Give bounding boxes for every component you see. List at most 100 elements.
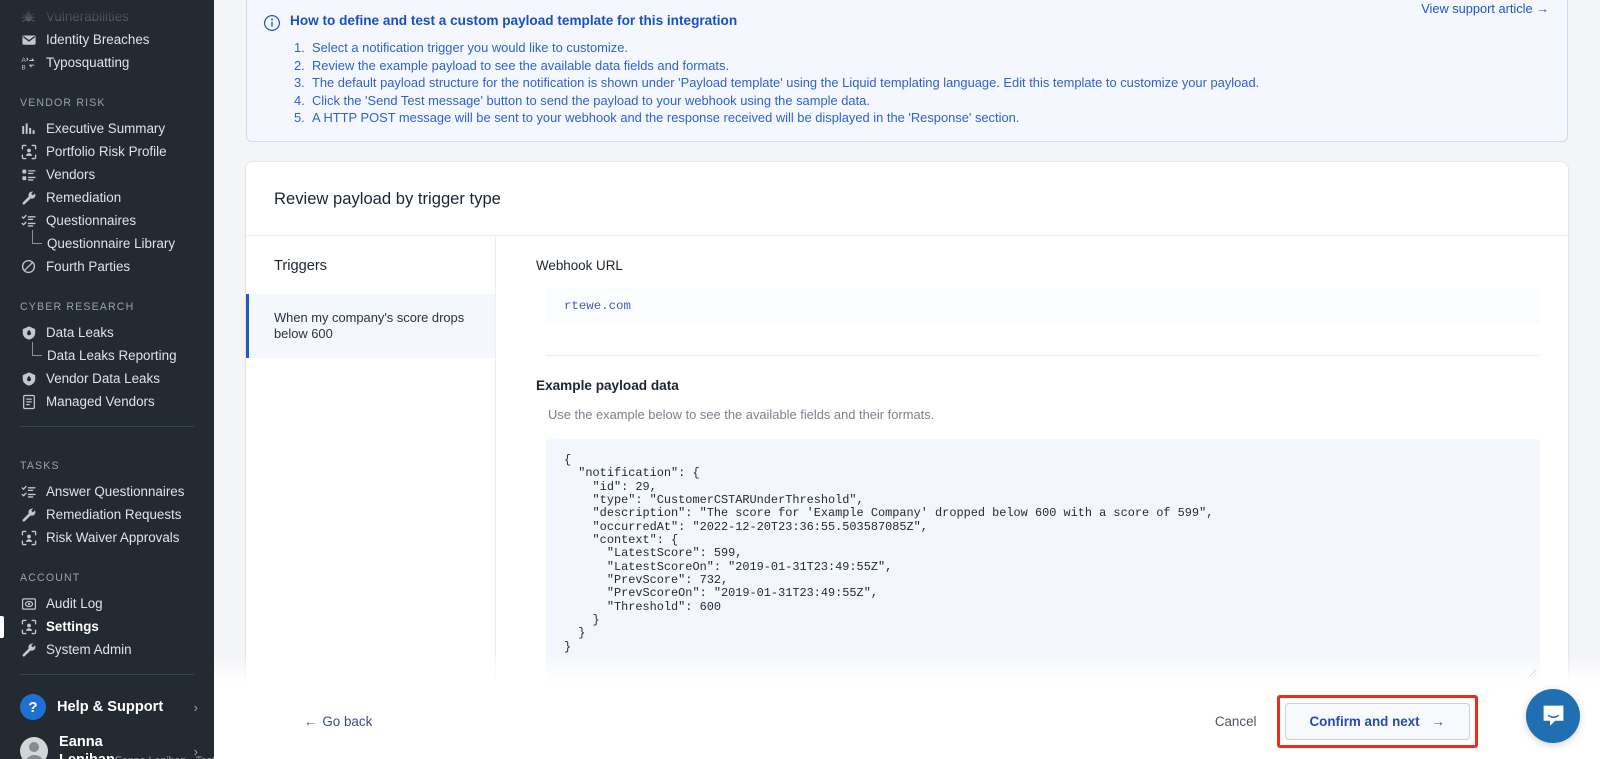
example-payload-help: Use the example below to see the availab… [548,406,935,422]
sidebar-item-label: Managed Vendors [46,394,155,409]
detail-divider [546,354,1540,356]
review-payload-card: Review payload by trigger type Triggers … [246,161,1568,755]
trigger-list: When my company's score drops below 600 [246,293,495,358]
sidebar-item-answer-questionnaires[interactable]: Answer Questionnaires [0,480,214,503]
app-root: IP Addresses Vulnerabilities Identity Brea… [0,0,1600,759]
webhook-url-label: Webhook URL [536,257,623,273]
user-text-wrap: Eanna LenihanEanna Lenihan - Test... [59,733,214,759]
wrench-icon [20,506,37,523]
person-scan-icon [20,618,37,635]
bar-chart-icon [20,120,37,137]
chevron-right-icon: › [193,699,198,715]
arrow-right-icon: → [1431,713,1445,729]
ab-swap-icon: AB [20,54,37,71]
sidebar-item-label: Settings [46,619,99,634]
sidebar-item-risk-waiver-approvals[interactable]: Risk Waiver Approvals [0,526,214,549]
user-name: Eanna Lenihan [59,734,115,759]
go-back-label: Go back [322,713,373,729]
triggers-heading: Triggers [274,257,327,274]
example-payload-code-box[interactable]: { "notification": { "id": 29, "type": "C… [546,438,1540,683]
view-support-article-link[interactable]: View support article → [1421,1,1549,16]
example-payload-title: Example payload data [536,377,679,393]
person-scan-icon [20,529,37,546]
page-title: Review payload by trigger type [274,188,501,208]
sidebar-item-remediation-requests[interactable]: Remediation Requests [0,503,214,526]
resize-handle-icon[interactable] [1526,669,1537,680]
sidebar-item-label: Risk Waiver Approvals [46,530,180,545]
sidebar-item-fourth-parties[interactable]: Fourth Parties [0,255,214,278]
wrench-icon [20,641,37,658]
sidebar-item-system-admin[interactable]: System Admin [0,638,214,661]
intercom-launcher-button[interactable] [1526,689,1580,743]
sidebar: IP Addresses Vulnerabilities Identity Brea… [0,0,214,759]
sidebar-item-label: Remediation Requests [46,507,182,522]
sidebar-subitem-questionnaire-library[interactable]: Questionnaire Library [0,229,214,255]
sidebar-item-identity-breaches[interactable]: Identity Breaches [0,28,214,51]
help-and-support-button[interactable]: ? Help & Support › [0,685,214,729]
user-account-button[interactable]: Eanna LenihanEanna Lenihan - Test...› [0,729,214,759]
circle-slash-icon [20,258,37,275]
confirm-button-highlight: Confirm and next → [1276,694,1478,748]
info-banner-step: Select a notification trigger you would … [294,39,628,56]
info-banner-body: How to define and test a custom payload … [290,0,1549,127]
envelope-icon [20,31,37,48]
triggers-panel: Triggers When my company's score drops b… [246,235,496,755]
arrow-right-icon: → [1536,1,1549,16]
avatar [20,737,48,759]
sidebar-section-heading: ACCOUNT [20,572,81,584]
sidebar-item-label: Typosquatting [46,55,130,70]
sidebar-item-label: Data Leaks [46,325,114,340]
sidebar-item-label: IP Addresses [46,0,125,1]
sidebar-scroll[interactable]: IP Addresses Vulnerabilities Identity Brea… [0,0,214,759]
info-banner-step: A HTTP POST message will be sent to your… [294,109,1020,126]
shield-drop-icon [20,324,37,341]
go-back-link[interactable]: ← Go back [304,714,372,729]
checklist-icon [20,212,37,229]
sidebar-item-label: Audit Log [46,596,103,611]
sidebar-item-executive-summary[interactable]: Executive Summary [0,117,214,140]
sidebar-item-label: Vendors [46,167,96,182]
arrow-left-icon: ← [304,713,318,729]
cancel-button[interactable]: Cancel [1209,706,1263,737]
sidebar-item-label: Fourth Parties [46,259,131,274]
sidebar-section-heading: TASKS [20,460,60,472]
user-subtitle: Eanna Lenihan - Test... [115,755,214,759]
eye-box-icon [20,595,37,612]
info-banner-step: Review the example payload to see the av… [294,57,730,74]
main-scroll-area[interactable]: How to define and test a custom payload … [214,0,1600,759]
sidebar-item-remediation[interactable]: Remediation [0,186,214,209]
info-banner-steps: Select a notification trigger you would … [290,39,1549,127]
sidebar-item-typosquatting[interactable]: A B Typosquatting [0,51,214,74]
chat-bubble-icon [1543,705,1563,726]
sidebar-item-vendors[interactable]: Vendors [0,163,214,186]
tree-elbow-icon [28,341,43,364]
sidebar-item-vulnerabilities[interactable]: Vulnerabilities [0,5,214,28]
help-and-support-label: Help & Support [57,699,164,715]
sidebar-item-label: Identity Breaches [46,32,150,47]
sidebar-item-label: Executive Summary [46,121,166,136]
globe-icon [20,0,37,2]
sidebar-item-vendor-data-leaks[interactable]: Vendor Data Leaks [0,367,214,390]
webhook-url-value[interactable]: rtewe.com [546,287,1540,324]
sidebar-subitem-data-leaks-reporting[interactable]: Data Leaks Reporting [0,341,214,367]
svg-text:B: B [21,64,25,70]
sidebar-item-audit-log[interactable]: Audit Log [0,592,214,615]
sidebar-item-label: Remediation [46,190,122,205]
sidebar-section-heading: VENDOR RISK [20,97,106,109]
sidebar-item-settings[interactable]: Settings [0,615,214,638]
card-header: Review payload by trigger type [246,162,1568,236]
sidebar-section-heading: CYBER RESEARCH [20,301,135,313]
confirm-and-next-button[interactable]: Confirm and next → [1284,702,1470,740]
sidebar-item-managed-vendors[interactable]: Managed Vendors [0,390,214,413]
trigger-list-item[interactable]: When my company's score drops below 600 [246,293,495,358]
trigger-detail-panel: Webhook URL rtewe.com Example payload da… [496,236,1568,755]
sidebar-item-label: Questionnaires [46,213,137,228]
info-banner-title: How to define and test a custom payload … [290,13,738,28]
sidebar-item-portfolio-risk-profile[interactable]: Portfolio Risk Profile [0,140,214,163]
sidebar-item-label: Portfolio Risk Profile [46,144,167,159]
